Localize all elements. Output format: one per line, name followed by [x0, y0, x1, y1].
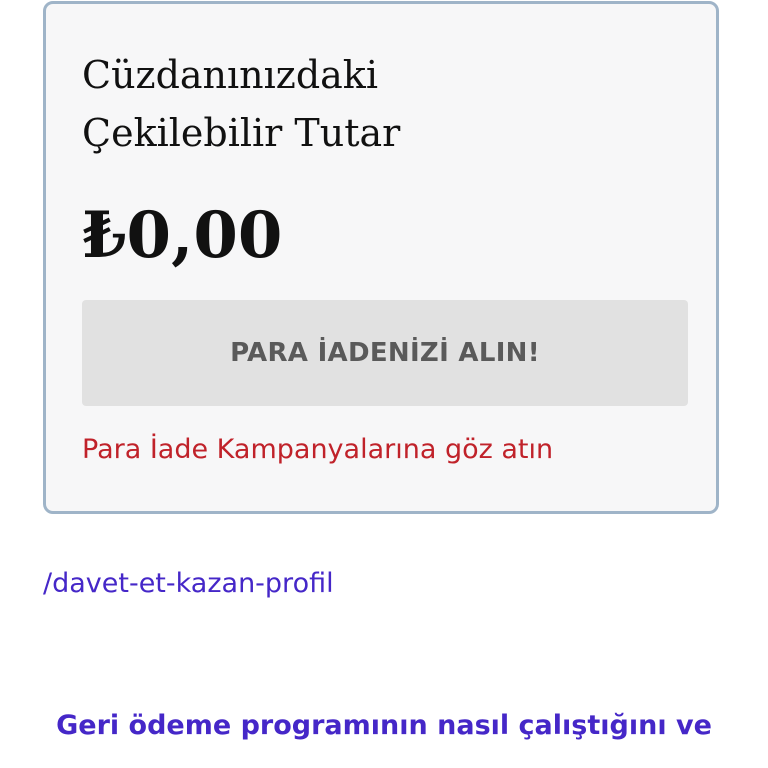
cashback-program-heading: Geri ödeme programının nasıl çalıştığını… [56, 710, 712, 741]
refund-campaigns-link[interactable]: Para İade Kampanyalarına göz atın [82, 432, 553, 468]
withdrawable-amount: ₺0,00 [82, 198, 283, 273]
wallet-card: Cüzdanınızdaki Çekilebilir Tutar ₺0,00 P… [43, 1, 719, 514]
wallet-title-line1: Cüzdanınızdaki [82, 53, 378, 97]
wallet-title: Cüzdanınızdaki Çekilebilir Tutar [82, 46, 642, 162]
referral-profile-link[interactable]: /davet-et-kazan-profil [43, 566, 334, 602]
wallet-title-line2: Çekilebilir Tutar [82, 111, 401, 155]
get-refund-button[interactable]: PARA İADENİZİ ALIN! [82, 300, 688, 406]
